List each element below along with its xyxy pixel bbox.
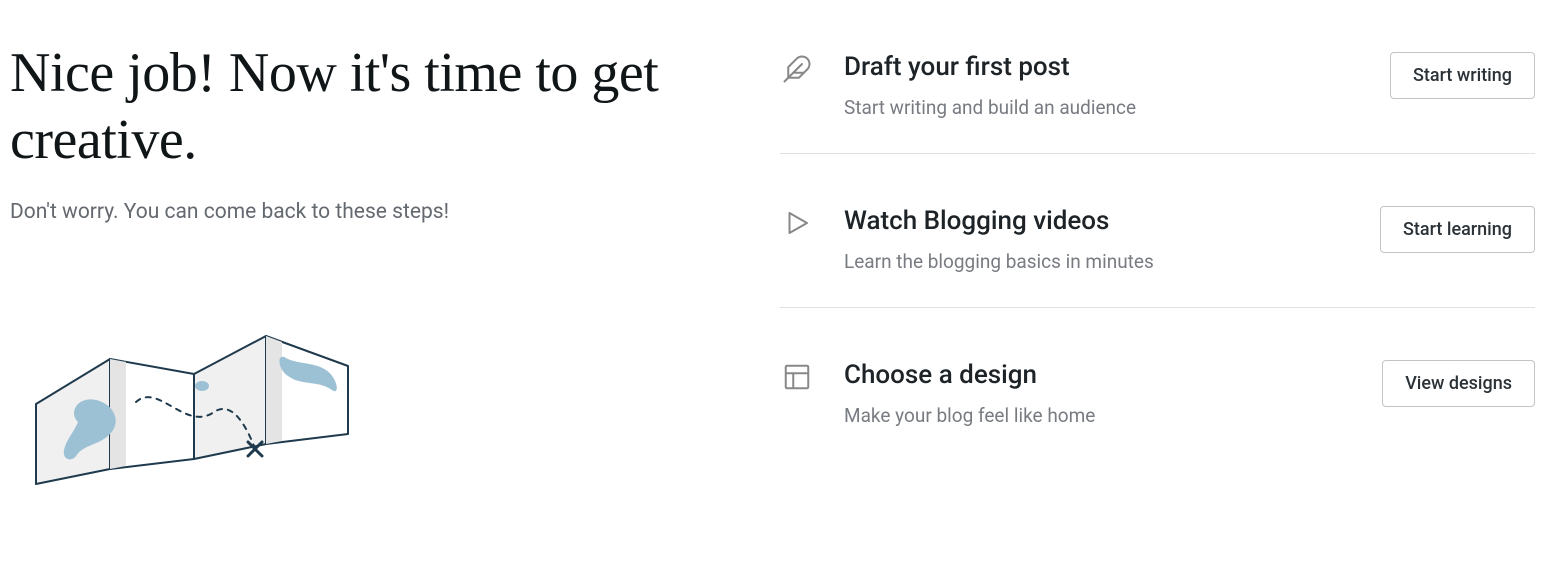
map-illustration	[18, 304, 358, 498]
task-desc: Make your blog feel like home	[844, 404, 1352, 427]
onboarding-panel: Nice job! Now it's time to get creative.…	[0, 0, 1555, 577]
task-list: Draft your first post Start writing and …	[780, 40, 1535, 501]
start-learning-button[interactable]: Start learning	[1380, 206, 1535, 253]
layout-icon	[780, 360, 814, 394]
start-writing-button[interactable]: Start writing	[1390, 52, 1535, 99]
hero-headline: Nice job! Now it's time to get creative.	[10, 40, 740, 174]
hero-column: Nice job! Now it's time to get creative.…	[0, 0, 780, 577]
task-column: Draft your first post Start writing and …	[780, 0, 1555, 577]
task-watch-videos: Watch Blogging videos Learn the blogging…	[780, 194, 1535, 308]
task-draft-post: Draft your first post Start writing and …	[780, 40, 1535, 154]
task-text: Watch Blogging videos Learn the blogging…	[844, 206, 1350, 273]
task-choose-design: Choose a design Make your blog feel like…	[780, 348, 1535, 461]
view-designs-button[interactable]: View designs	[1382, 360, 1535, 407]
hero-subhead: Don't worry. You can come back to these …	[10, 200, 740, 224]
task-text: Draft your first post Start writing and …	[844, 52, 1360, 119]
task-title: Draft your first post	[844, 52, 1360, 82]
task-title: Choose a design	[844, 360, 1352, 390]
feather-icon	[780, 52, 814, 86]
play-icon	[780, 206, 814, 240]
task-desc: Learn the blogging basics in minutes	[844, 250, 1350, 273]
task-title: Watch Blogging videos	[844, 206, 1350, 236]
task-text: Choose a design Make your blog feel like…	[844, 360, 1352, 427]
task-desc: Start writing and build an audience	[844, 96, 1360, 119]
